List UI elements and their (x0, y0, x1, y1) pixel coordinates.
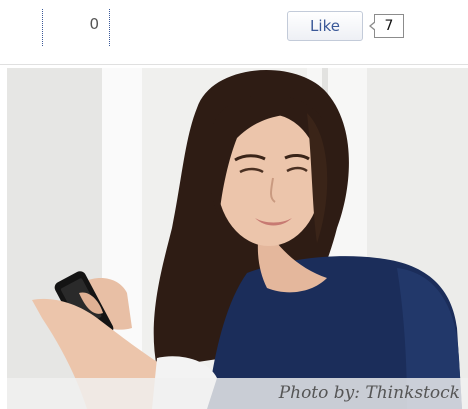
divider (0, 64, 468, 65)
article-photo: Photo by: Thinkstock (7, 68, 468, 409)
like-count: 7 (384, 18, 394, 34)
share-count: 0 (89, 15, 99, 33)
photo-caption-bar: Photo by: Thinkstock (7, 378, 468, 409)
share-counter[interactable]: 0 (42, 9, 110, 46)
like-button[interactable]: Like (287, 11, 363, 41)
photo-credit: Photo by: Thinkstock (278, 383, 460, 403)
share-bar: 0 Like 7 (0, 0, 468, 64)
woman-with-phone-photo (7, 68, 468, 409)
like-count-bubble: 7 (369, 14, 404, 38)
